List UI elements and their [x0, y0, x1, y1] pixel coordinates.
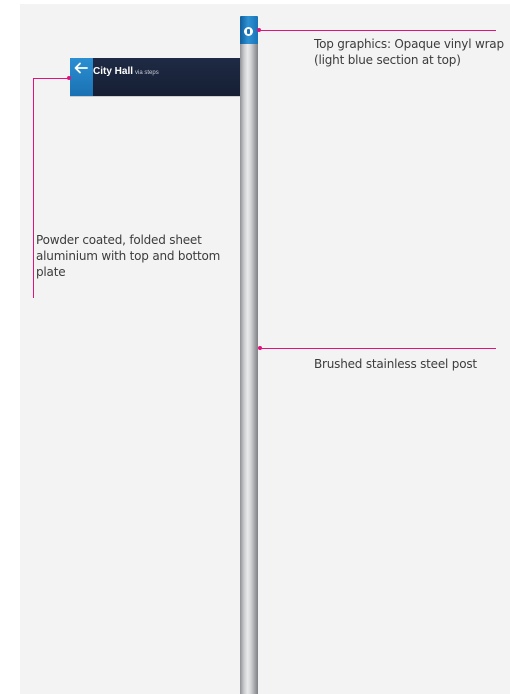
diagram-background	[20, 4, 510, 694]
sign-destination: City Hall	[93, 66, 134, 77]
stainless-steel-post	[240, 42, 258, 694]
callout-dot-top-graphics	[257, 28, 261, 32]
info-icon	[244, 27, 253, 36]
callout-line-sign-material	[33, 78, 69, 79]
callout-line-top-graphics	[258, 30, 496, 31]
callout-dot-sign-material	[67, 76, 71, 80]
label-post: Brushed stainless steel post	[314, 357, 477, 371]
label-top-graphics: Top graphics: Opaque vinyl wrap (light b…	[314, 37, 504, 67]
sign-text: City Hall via steps	[93, 61, 159, 79]
callout-line-sign-material-vertical	[33, 78, 34, 298]
label-sign-material: Powder coated, folded sheet aluminium wi…	[36, 233, 221, 279]
signage-diagram: City Hall via steps Top graphics: Opaque …	[0, 0, 510, 694]
callout-dot-post	[258, 346, 262, 350]
callout-line-post	[260, 348, 496, 349]
arrow-left-icon	[74, 62, 88, 74]
sign-subtitle: via steps	[135, 70, 159, 76]
